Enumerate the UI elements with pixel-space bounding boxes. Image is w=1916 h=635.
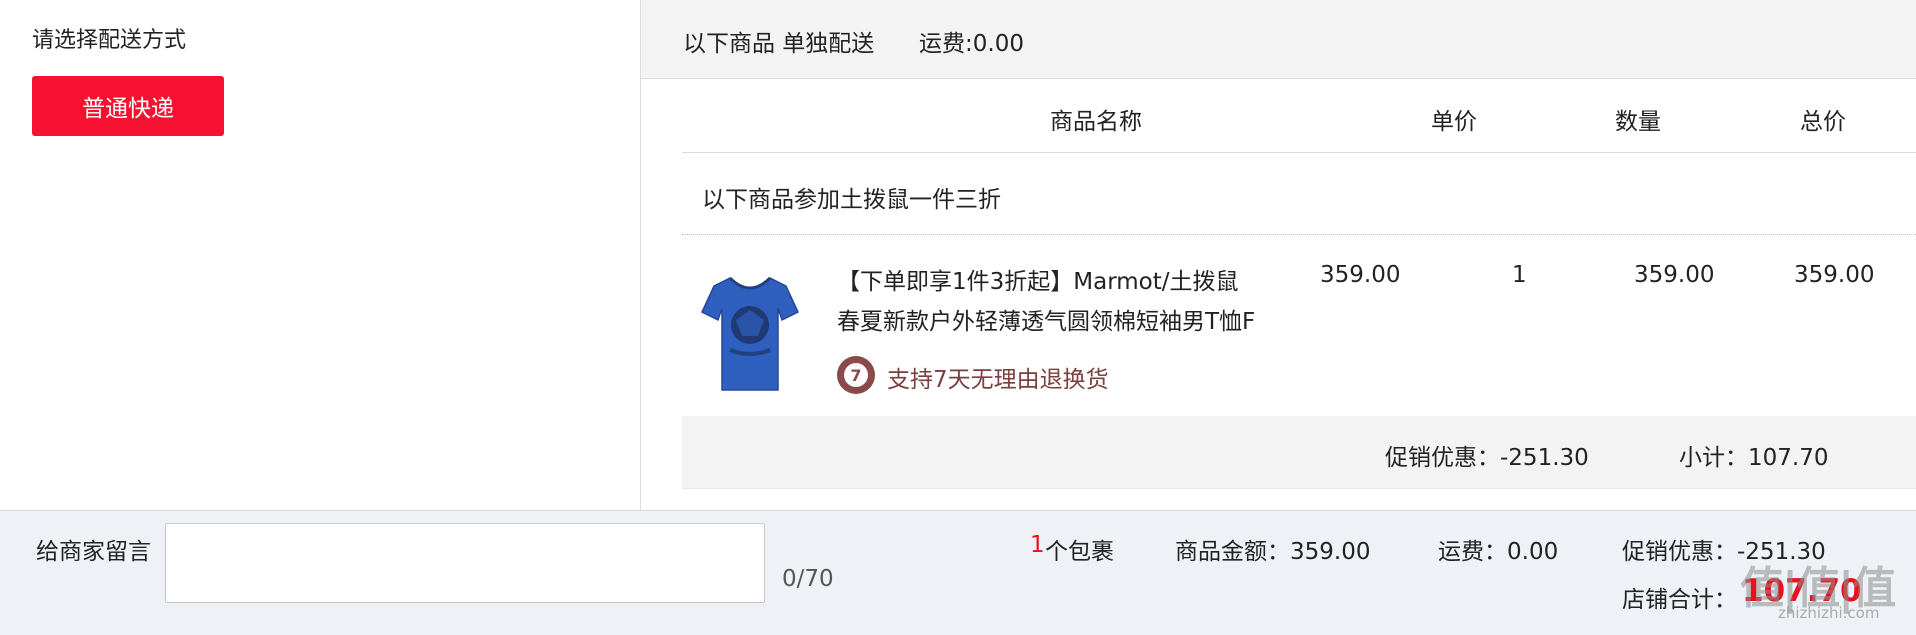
- product-image[interactable]: [700, 270, 800, 395]
- promotion-label: 以下商品参加土拨鼠一件三折: [702, 187, 1001, 213]
- goods-amount: 商品金额：359.00: [1175, 539, 1371, 565]
- column-header-quantity: 数量: [1615, 109, 1661, 135]
- product-name-line-2[interactable]: 春夏新款户外轻薄透气圆领棉短袖男T恤F: [837, 302, 1255, 336]
- promotion-divider: [682, 234, 1916, 235]
- summary-discount: 促销优惠：-251.30: [1385, 445, 1589, 471]
- return-policy-text: 支持7天无理由退换货: [887, 367, 1109, 393]
- delivery-method-title: 请选择配送方式: [32, 28, 187, 53]
- column-header-total: 总价: [1800, 109, 1846, 135]
- product-total: 359.00: [1794, 262, 1875, 288]
- product-quantity: 1: [1512, 262, 1527, 288]
- seven-day-return-icon: 7: [837, 356, 875, 394]
- product-unit-price: 359.00: [1320, 262, 1401, 288]
- column-header-product-name: 商品名称: [1050, 109, 1142, 135]
- return-icon-glyph: 7: [844, 363, 868, 387]
- product-name-line-1[interactable]: 【下单即享1件3折起】Marmot/土拨鼠: [837, 262, 1239, 296]
- standard-express-button[interactable]: 普通快递: [32, 76, 224, 136]
- header-divider: [682, 152, 1916, 153]
- message-to-seller-input[interactable]: [165, 523, 765, 603]
- message-to-seller-label: 给商家留言: [36, 539, 151, 565]
- message-char-count: 0/70: [782, 566, 834, 592]
- package-count: 1: [1030, 532, 1045, 558]
- summary-subtotal: 小计：107.70: [1679, 445, 1829, 471]
- shipment-header-label: 以下商品 单独配送: [683, 31, 875, 57]
- watermark-url: zhizhizhi.com: [1778, 604, 1880, 622]
- blue-tshirt-icon: [701, 276, 799, 391]
- product-subtotal: 359.00: [1634, 262, 1715, 288]
- shipment-header-fee: 运费:0.00: [919, 31, 1024, 57]
- package-label: 个包裹: [1045, 539, 1114, 565]
- column-header-unit-price: 单价: [1431, 109, 1477, 135]
- store-total-label: 店铺合计：: [1622, 587, 1737, 613]
- footer-shipping-fee: 运费：0.00: [1438, 539, 1559, 565]
